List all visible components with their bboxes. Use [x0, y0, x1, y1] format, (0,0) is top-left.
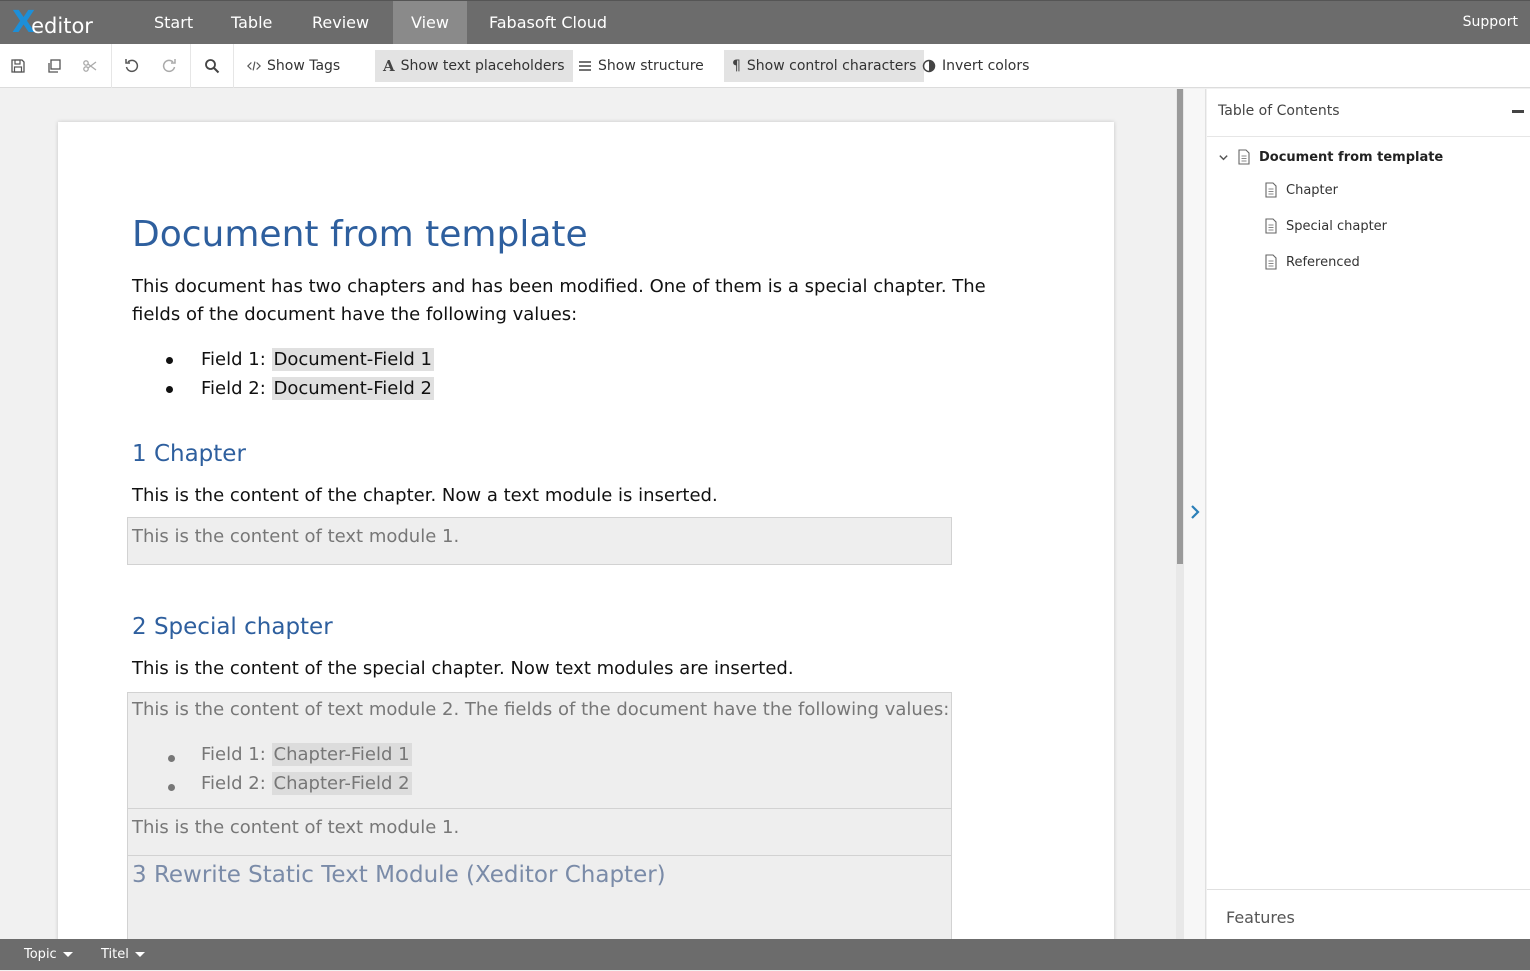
- toc-item-special-chapter[interactable]: Special chapter: [1264, 214, 1387, 238]
- features-panel[interactable]: Features: [1207, 889, 1530, 939]
- menu-table[interactable]: Table: [213, 1, 290, 45]
- bullet: [168, 755, 175, 762]
- toc-item-referenced[interactable]: Referenced: [1264, 250, 1360, 274]
- menu-fabasoft-cloud[interactable]: Fabasoft Cloud: [471, 1, 625, 45]
- collapse-icon[interactable]: [1512, 110, 1524, 113]
- bullet: [166, 386, 173, 393]
- document-icon: [1238, 149, 1250, 165]
- text-module-2[interactable]: This is the content of text module 2. Th…: [127, 692, 952, 809]
- chapter-2-text[interactable]: This is the content of the special chapt…: [132, 655, 794, 683]
- toc-header[interactable]: Table of Contents: [1207, 89, 1530, 137]
- letter-a-icon: A: [383, 57, 395, 75]
- toc-item-chapter[interactable]: Chapter: [1264, 178, 1338, 202]
- xeditor-logo: Xeditor: [12, 5, 93, 40]
- document-icon: [1265, 218, 1277, 234]
- chapter-1-heading[interactable]: 1 Chapter: [132, 441, 246, 467]
- caret-down-icon: [62, 952, 73, 957]
- intro-paragraph-line-2[interactable]: fields of the document have the followin…: [132, 301, 577, 329]
- topic-dropdown[interactable]: Topic: [24, 939, 73, 970]
- scissors-icon[interactable]: [78, 54, 102, 78]
- bullet: [166, 357, 173, 364]
- toolbar-separator: [233, 44, 234, 88]
- field-2-item[interactable]: Field 2: Document-Field 2: [201, 375, 434, 403]
- text-module-1[interactable]: This is the content of text module 1.: [127, 517, 952, 565]
- features-title: Features: [1226, 908, 1295, 927]
- text-module-3[interactable]: This is the content of text module 1.: [127, 808, 952, 856]
- contrast-icon: [922, 59, 936, 73]
- static-text-module-chapter[interactable]: 3 Rewrite Static Text Module (Xeditor Ch…: [127, 855, 952, 939]
- toolbar: Show Tags A Show text placeholders Show …: [0, 44, 1530, 88]
- menu-view[interactable]: View: [393, 1, 467, 45]
- show-control-characters-button[interactable]: ¶ Show control characters: [724, 50, 925, 82]
- field-1-placeholder[interactable]: Document-Field 1: [271, 348, 434, 371]
- document-icon: [1265, 182, 1277, 198]
- chevron-down-icon[interactable]: [1218, 152, 1229, 163]
- support-link[interactable]: Support: [1463, 1, 1518, 45]
- show-text-placeholders-button[interactable]: A Show text placeholders: [375, 50, 573, 82]
- save-icon[interactable]: [6, 54, 30, 78]
- document-scrollbar[interactable]: [1176, 89, 1184, 939]
- bullet: [168, 784, 175, 791]
- show-tags-button[interactable]: Show Tags: [239, 50, 348, 82]
- intro-paragraph-line-1[interactable]: This document has two chapters and has b…: [132, 273, 986, 301]
- caret-down-icon: [134, 952, 145, 957]
- document-area[interactable]: Document from template This document has…: [0, 89, 1176, 939]
- toc-title: Table of Contents: [1218, 103, 1340, 119]
- list-icon: [579, 61, 591, 71]
- chapter-2-heading[interactable]: 2 Special chapter: [132, 614, 333, 640]
- duplicate-icon[interactable]: [42, 54, 66, 78]
- invert-colors-button[interactable]: Invert colors: [914, 50, 1037, 82]
- field-2-placeholder[interactable]: Document-Field 2: [271, 377, 434, 400]
- toolbar-separator: [111, 44, 112, 88]
- status-bar: Topic Titel: [0, 939, 1530, 970]
- chapter-field-1-placeholder[interactable]: Chapter-Field 1: [271, 743, 412, 766]
- document-title[interactable]: Document from template: [132, 214, 588, 255]
- menu-bar: Xeditor Start Table Review View Fabasoft…: [0, 0, 1530, 45]
- chapter-field-2-placeholder[interactable]: Chapter-Field 2: [271, 772, 412, 795]
- redo-icon[interactable]: [157, 54, 181, 78]
- chevron-right-icon: [1191, 505, 1200, 519]
- document-icon: [1265, 254, 1277, 270]
- field-1-item[interactable]: Field 1: Document-Field 1: [201, 346, 434, 374]
- chapter-1-text[interactable]: This is the content of the chapter. Now …: [132, 482, 718, 510]
- pilcrow-icon: ¶: [732, 58, 741, 74]
- undo-icon[interactable]: [120, 54, 144, 78]
- side-panel: Table of Contents Document from template…: [1207, 89, 1530, 939]
- document-page[interactable]: Document from template This document has…: [58, 122, 1114, 939]
- scrollbar-thumb[interactable]: [1177, 89, 1183, 564]
- titel-dropdown[interactable]: Titel: [101, 939, 145, 970]
- code-tag-icon: [247, 61, 261, 71]
- module-field-1-item[interactable]: Field 1: Chapter-Field 1: [201, 743, 412, 766]
- menu-review[interactable]: Review: [294, 1, 387, 45]
- search-icon[interactable]: [200, 54, 224, 78]
- show-structure-button[interactable]: Show structure: [570, 50, 712, 82]
- module-field-2-item[interactable]: Field 2: Chapter-Field 2: [201, 772, 412, 795]
- toc-root-item[interactable]: Document from template: [1218, 145, 1443, 169]
- toolbar-separator: [190, 44, 191, 88]
- panel-toggle[interactable]: [1184, 89, 1206, 939]
- menu-start[interactable]: Start: [136, 1, 211, 45]
